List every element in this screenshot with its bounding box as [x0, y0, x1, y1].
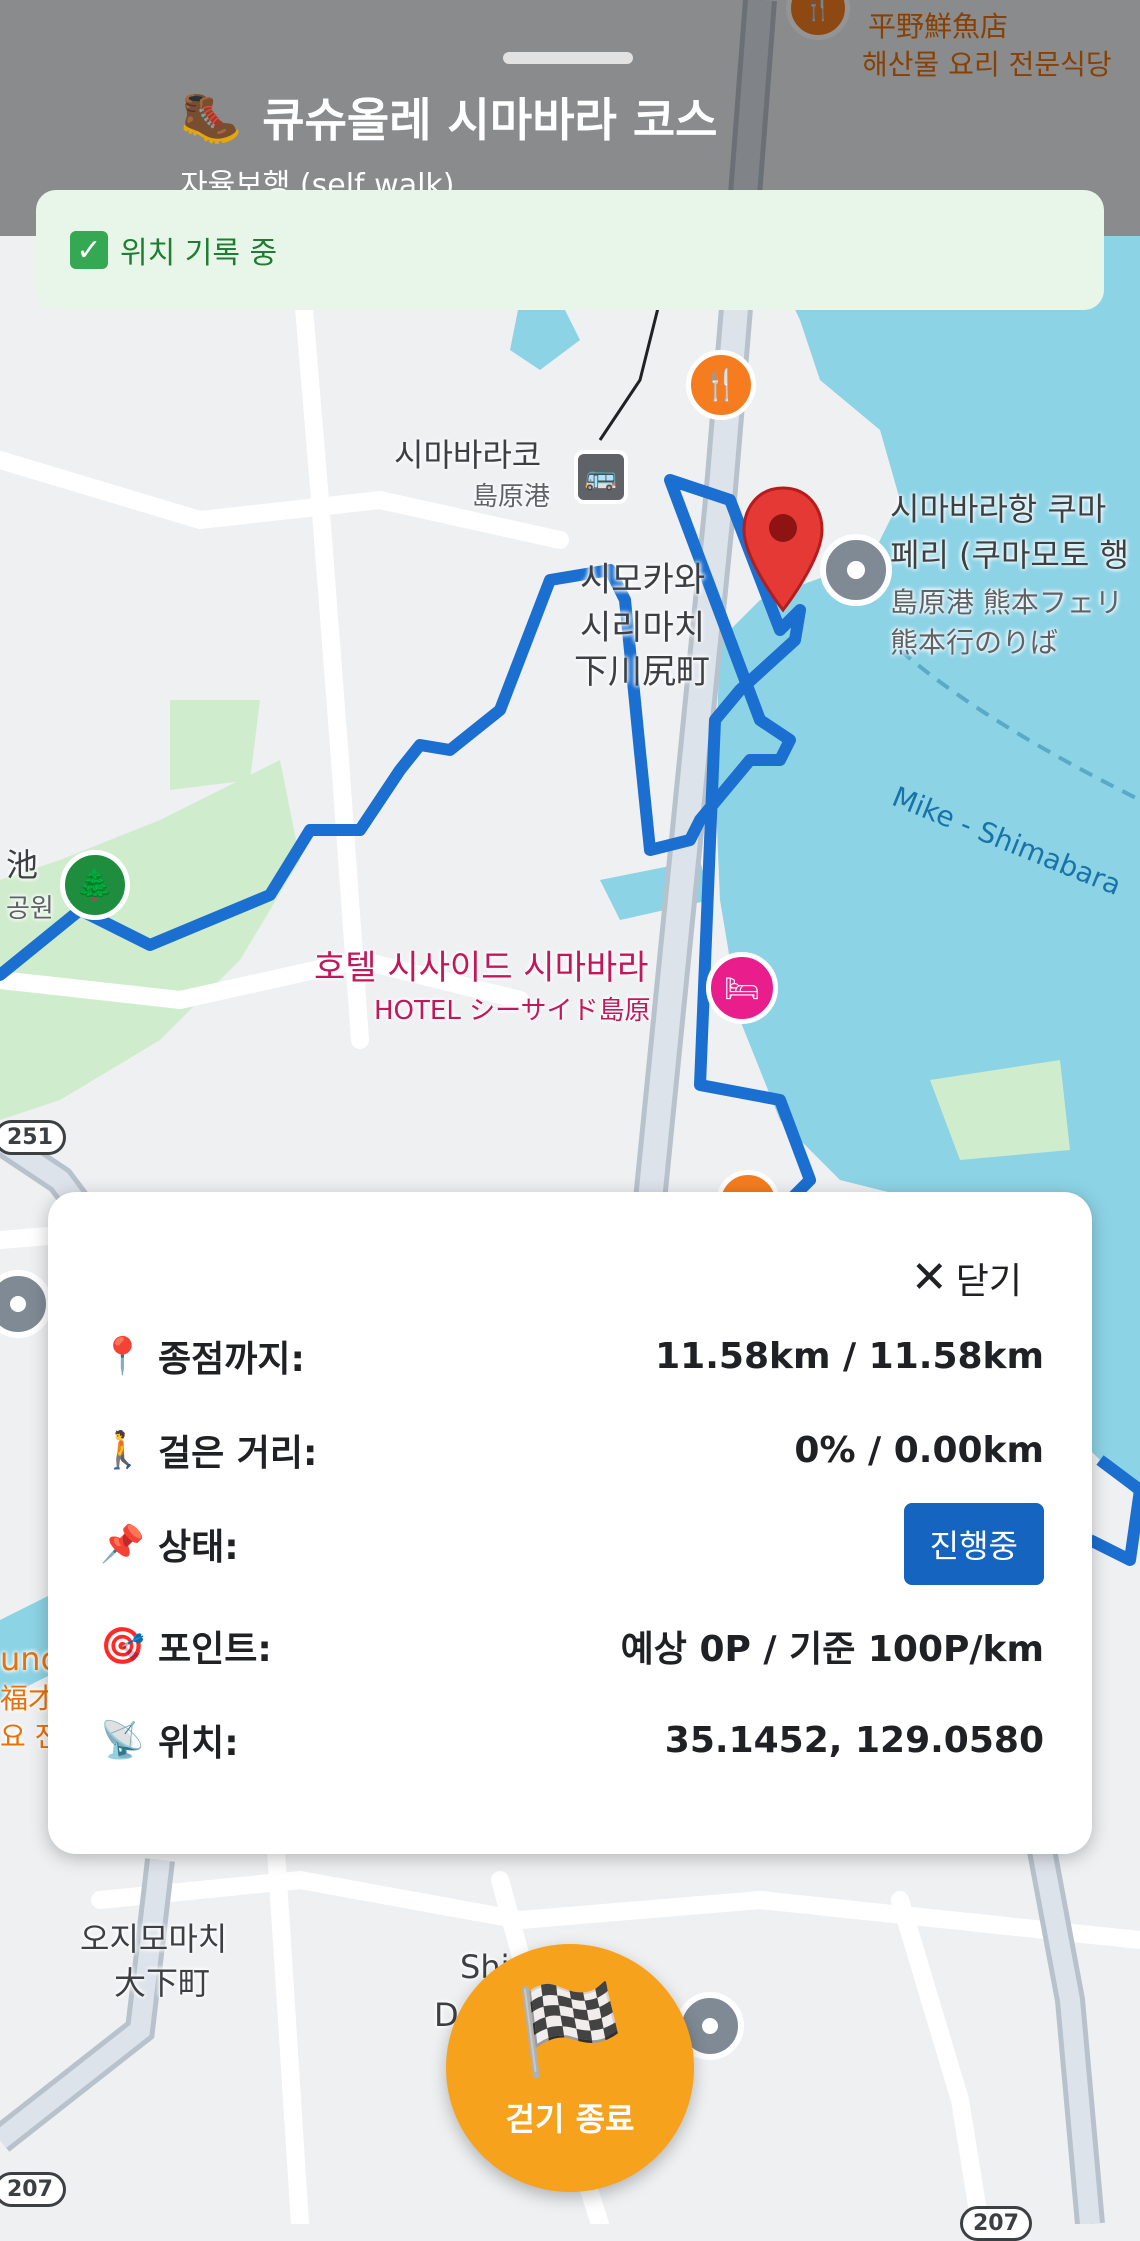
restaurant-pin-icon[interactable]: 🍴: [686, 350, 756, 420]
map-label-hotel: 호텔 시사이드 시마바라: [314, 948, 649, 988]
pushpin-icon: 📌: [100, 1524, 145, 1565]
map-label-area-jp: 下川尻町: [574, 652, 710, 692]
map-label-area2: 시리마치: [580, 608, 706, 648]
info-row-walked: 🚶 걸은 거리: 0% / 0.00km: [100, 1420, 1044, 1480]
close-icon: ✕: [910, 1252, 948, 1303]
info-row-status: 📌 상태: 진행중: [100, 1503, 1044, 1585]
info-label-points: 포인트:: [158, 1629, 272, 1670]
info-label-remaining: 종점까지:: [158, 1339, 305, 1380]
recording-banner: ✓ 위치 기록 중: [36, 190, 1104, 310]
status-badge: 진행중: [903, 1503, 1044, 1585]
map-label-town-jp: 大下町: [114, 1964, 211, 2002]
close-label: 닫기: [955, 1261, 1022, 1302]
route-shield-207: 207: [0, 2172, 66, 2207]
map-label-ferry-jp2: 熊本行のりば: [890, 626, 1059, 659]
info-value-remaining: 11.58km / 11.58km: [655, 1335, 1044, 1377]
info-value-location: 35.1452, 129.0580: [664, 1719, 1044, 1761]
ferry-terminal-pin-icon[interactable]: [820, 534, 892, 606]
info-value-walked: 0% / 0.00km: [794, 1429, 1044, 1471]
checkered-flag-icon: 🏁: [515, 1978, 625, 2081]
destination-marker-icon[interactable]: [738, 484, 828, 614]
map-canvas[interactable]: [0, 0, 1140, 2224]
course-title: 🥾 큐슈올레 시마바라 코스: [180, 84, 718, 150]
map-label-ferry1: 시마바라항 쿠마: [890, 490, 1107, 528]
drag-handle[interactable]: [503, 52, 633, 64]
info-label-location: 위치:: [158, 1723, 239, 1764]
close-button[interactable]: ✕ 닫기: [911, 1252, 1022, 1304]
map-label-area1: 시모카와: [580, 560, 706, 600]
recording-status-text: 위치 기록 중: [120, 236, 278, 271]
park-pin-icon[interactable]: 🌲: [60, 850, 130, 920]
satellite-antenna-icon: 📡: [100, 1720, 145, 1761]
map-label-ferry-jp1: 島原港 熊本フェリ: [890, 586, 1123, 619]
check-box-icon: ✓: [70, 231, 108, 269]
bus-station-icon[interactable]: 🚌: [574, 450, 628, 504]
route-shield-251: 251: [0, 1120, 66, 1155]
target-icon: 🎯: [100, 1626, 145, 1667]
map-label-station-jp: 島原港: [472, 482, 551, 512]
end-walk-button[interactable]: 🏁 걷기 종료: [446, 1944, 694, 2192]
hiking-boot-icon: 🥾: [180, 87, 243, 146]
info-label-walked: 걸은 거리:: [158, 1433, 318, 1474]
pin-icon: 📍: [100, 1336, 145, 1377]
map-label-park-kr: 공원: [6, 894, 54, 924]
map-label-town: 오지모마치: [80, 1920, 228, 1958]
walk-info-card: ✕ 닫기 📍 종점까지: 11.58km / 11.58km 🚶 걸은 거리: …: [48, 1192, 1092, 1854]
info-row-location: 📡 위치: 35.1452, 129.0580: [100, 1710, 1044, 1770]
end-walk-label: 걷기 종료: [505, 2100, 635, 2138]
map-label-ferry2: 페리 (쿠마모토 행: [890, 536, 1129, 574]
map-label-park-jp: 池: [6, 846, 39, 884]
hotel-pin-icon[interactable]: 🛏: [706, 952, 778, 1024]
info-row-remaining: 📍 종점까지: 11.58km / 11.58km: [100, 1326, 1044, 1386]
map-view[interactable]: 🍴 🍴 🛏 🌲 🚌 시마바라코 島原港 시모카와 시리마치 下川尻町 시마바라항…: [0, 0, 1140, 2241]
map-label-hotel-jp: HOTEL シーサイド島原: [374, 996, 651, 1026]
info-label-status: 상태:: [158, 1527, 239, 1568]
info-row-points: 🎯 포인트: 예상 0P / 기준 100P/km: [100, 1616, 1044, 1676]
course-title-text: 큐슈올레 시마바라 코스: [262, 93, 718, 147]
info-value-points: 예상 0P / 기준 100P/km: [620, 1629, 1044, 1670]
walking-person-icon: 🚶: [100, 1430, 145, 1471]
map-label-station: 시마바라코: [394, 436, 542, 474]
